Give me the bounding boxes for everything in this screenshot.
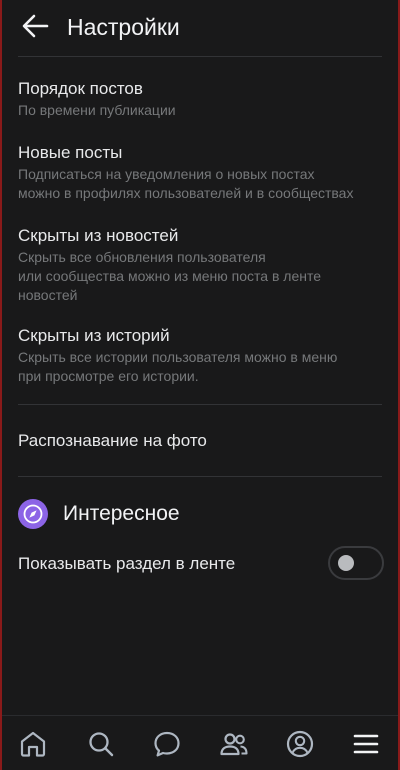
toggle-label: Показывать раздел в ленте <box>18 554 236 573</box>
setting-photo-recognition[interactable]: Распознавание на фото <box>18 430 388 452</box>
setting-title: Скрыты из историй <box>18 326 170 345</box>
divider <box>18 476 382 477</box>
home-icon <box>20 731 46 757</box>
compass-icon <box>18 499 48 529</box>
setting-title: Распознавание на фото <box>18 431 207 450</box>
tab-messages[interactable] <box>151 728 183 760</box>
divider <box>18 56 382 57</box>
settings-screen: Настройки Порядок постов По времени публ… <box>2 0 398 770</box>
setting-hidden-from-news[interactable]: Скрыты из новостей Скрыть все обновления… <box>18 225 388 305</box>
tab-home[interactable] <box>17 728 49 760</box>
profile-icon <box>286 730 314 758</box>
show-in-feed-row: Показывать раздел в ленте <box>18 545 384 583</box>
setting-description: По времени публикации <box>18 102 176 118</box>
section-title: Интересное <box>63 502 180 525</box>
header: Настройки <box>2 0 398 54</box>
tab-menu[interactable] <box>350 728 382 760</box>
search-icon <box>89 732 114 757</box>
tab-search[interactable] <box>85 728 117 760</box>
arrow-left-icon <box>22 14 49 38</box>
setting-title: Порядок постов <box>18 79 143 98</box>
setting-description: Подписаться на уведомления о новых поста… <box>18 166 354 201</box>
divider <box>18 404 382 405</box>
setting-hidden-from-stories[interactable]: Скрыты из историй Скрыть все истории пол… <box>18 325 388 386</box>
friends-icon <box>220 733 248 756</box>
messages-icon <box>154 731 180 757</box>
bottom-tab-bar <box>2 715 398 770</box>
tab-profile[interactable] <box>284 728 316 760</box>
toggle-knob <box>338 555 354 571</box>
page-title: Настройки <box>67 14 180 40</box>
setting-new-posts[interactable]: Новые посты Подписаться на уведомления о… <box>18 142 388 203</box>
setting-description: Скрыть все истории пользователя можно в … <box>18 349 338 384</box>
setting-title: Скрыты из новостей <box>18 226 179 245</box>
back-button[interactable] <box>20 12 50 40</box>
show-in-feed-toggle[interactable] <box>328 546 384 580</box>
section-interesting: Интересное <box>18 498 318 532</box>
menu-icon <box>353 734 379 754</box>
setting-post-order[interactable]: Порядок постов По времени публикации <box>18 78 388 120</box>
setting-title: Новые посты <box>18 143 123 162</box>
setting-description: Скрыть все обновления пользователя или с… <box>18 249 322 303</box>
tab-friends[interactable] <box>218 728 250 760</box>
